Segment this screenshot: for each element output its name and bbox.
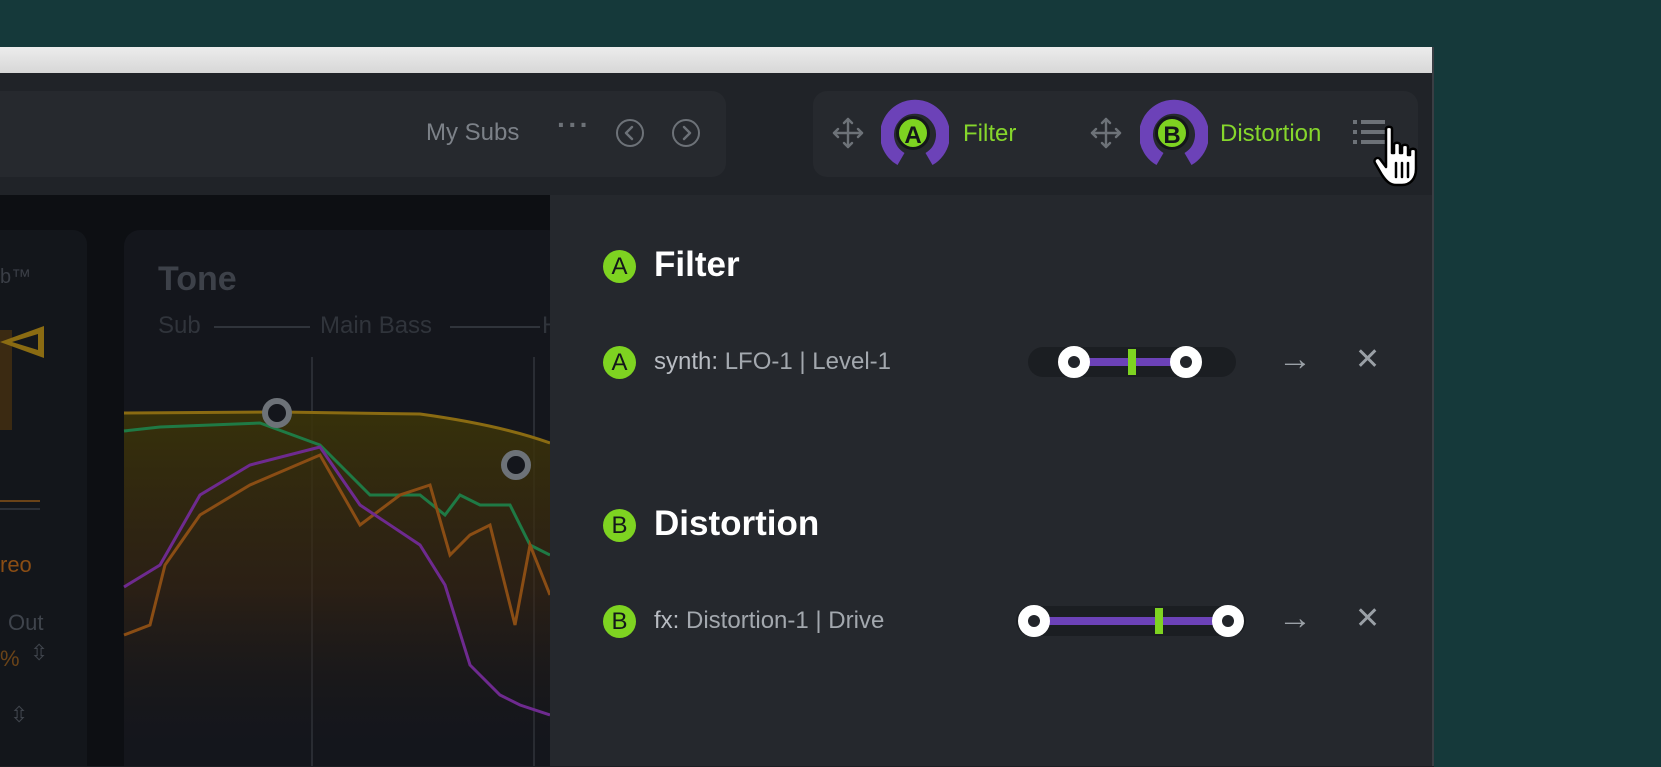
more-options-icon[interactable]: ··· xyxy=(557,109,591,141)
next-preset-button[interactable] xyxy=(672,119,700,147)
mapping-a-badge: A xyxy=(603,346,636,379)
hand-pointer-cursor-icon xyxy=(1373,125,1418,187)
plugin-editor: b™ reo Out % ⇳ ⇳ Tone Sub Main Bass H xyxy=(0,195,550,766)
range-low-handle[interactable] xyxy=(1018,605,1051,637)
preset-name[interactable]: My Subs xyxy=(426,119,519,147)
eq-node-handle[interactable] xyxy=(501,450,531,480)
current-value-marker xyxy=(1154,608,1163,634)
move-icon[interactable] xyxy=(1089,116,1123,150)
macro-a-knob[interactable]: A xyxy=(881,99,949,167)
title-bar xyxy=(0,47,1434,73)
range-high-handle[interactable] xyxy=(1211,605,1244,637)
chevron-right-icon xyxy=(682,125,692,141)
range-low-handle[interactable] xyxy=(1057,346,1090,378)
mapping-row: A synth: LFO-1 | Level-1 → ✕ xyxy=(550,335,1432,391)
remove-mapping-close-icon[interactable]: ✕ xyxy=(1355,601,1380,636)
macro-detail-panel: A Filter A synth: LFO-1 | Level-1 → ✕ B … xyxy=(550,195,1432,766)
mapping-a-target[interactable]: synth: LFO-1 | Level-1 xyxy=(654,348,891,376)
macro-b-label[interactable]: Distortion xyxy=(1220,120,1321,148)
range-slider[interactable] xyxy=(1016,605,1246,637)
tone-spectrum-graph[interactable] xyxy=(0,195,550,766)
macro-a-badge: A xyxy=(896,116,930,150)
current-value-marker xyxy=(1128,349,1136,375)
section-b-badge: B xyxy=(603,509,636,542)
mapping-b-badge: B xyxy=(603,605,636,638)
remove-mapping-close-icon[interactable]: ✕ xyxy=(1355,342,1380,377)
previous-preset-button[interactable] xyxy=(616,119,644,147)
macro-b-knob[interactable]: B xyxy=(1140,99,1208,167)
range-high-handle[interactable] xyxy=(1170,346,1203,378)
mapping-row: B fx: Distortion-1 | Drive → ✕ xyxy=(550,593,1432,649)
macro-b-badge: B xyxy=(1155,116,1189,150)
range-slider[interactable] xyxy=(1028,346,1236,378)
open-mapping-arrow-icon[interactable]: → xyxy=(1278,599,1312,638)
macro-bar: A Filter B Distortion xyxy=(813,91,1418,177)
section-b-title: Distortion xyxy=(654,504,820,543)
open-mapping-arrow-icon[interactable]: → xyxy=(1278,340,1312,379)
move-icon[interactable] xyxy=(831,116,865,150)
range-fill xyxy=(1034,617,1228,625)
section-a-title: Filter xyxy=(654,245,740,284)
preset-bar: My Subs ··· xyxy=(0,91,726,177)
chevron-left-icon xyxy=(624,125,634,141)
macro-a-label[interactable]: Filter xyxy=(963,120,1016,148)
eq-node-handle[interactable] xyxy=(262,398,292,428)
mapping-b-target[interactable]: fx: Distortion-1 | Drive xyxy=(654,607,884,635)
section-a-badge: A xyxy=(603,250,636,283)
